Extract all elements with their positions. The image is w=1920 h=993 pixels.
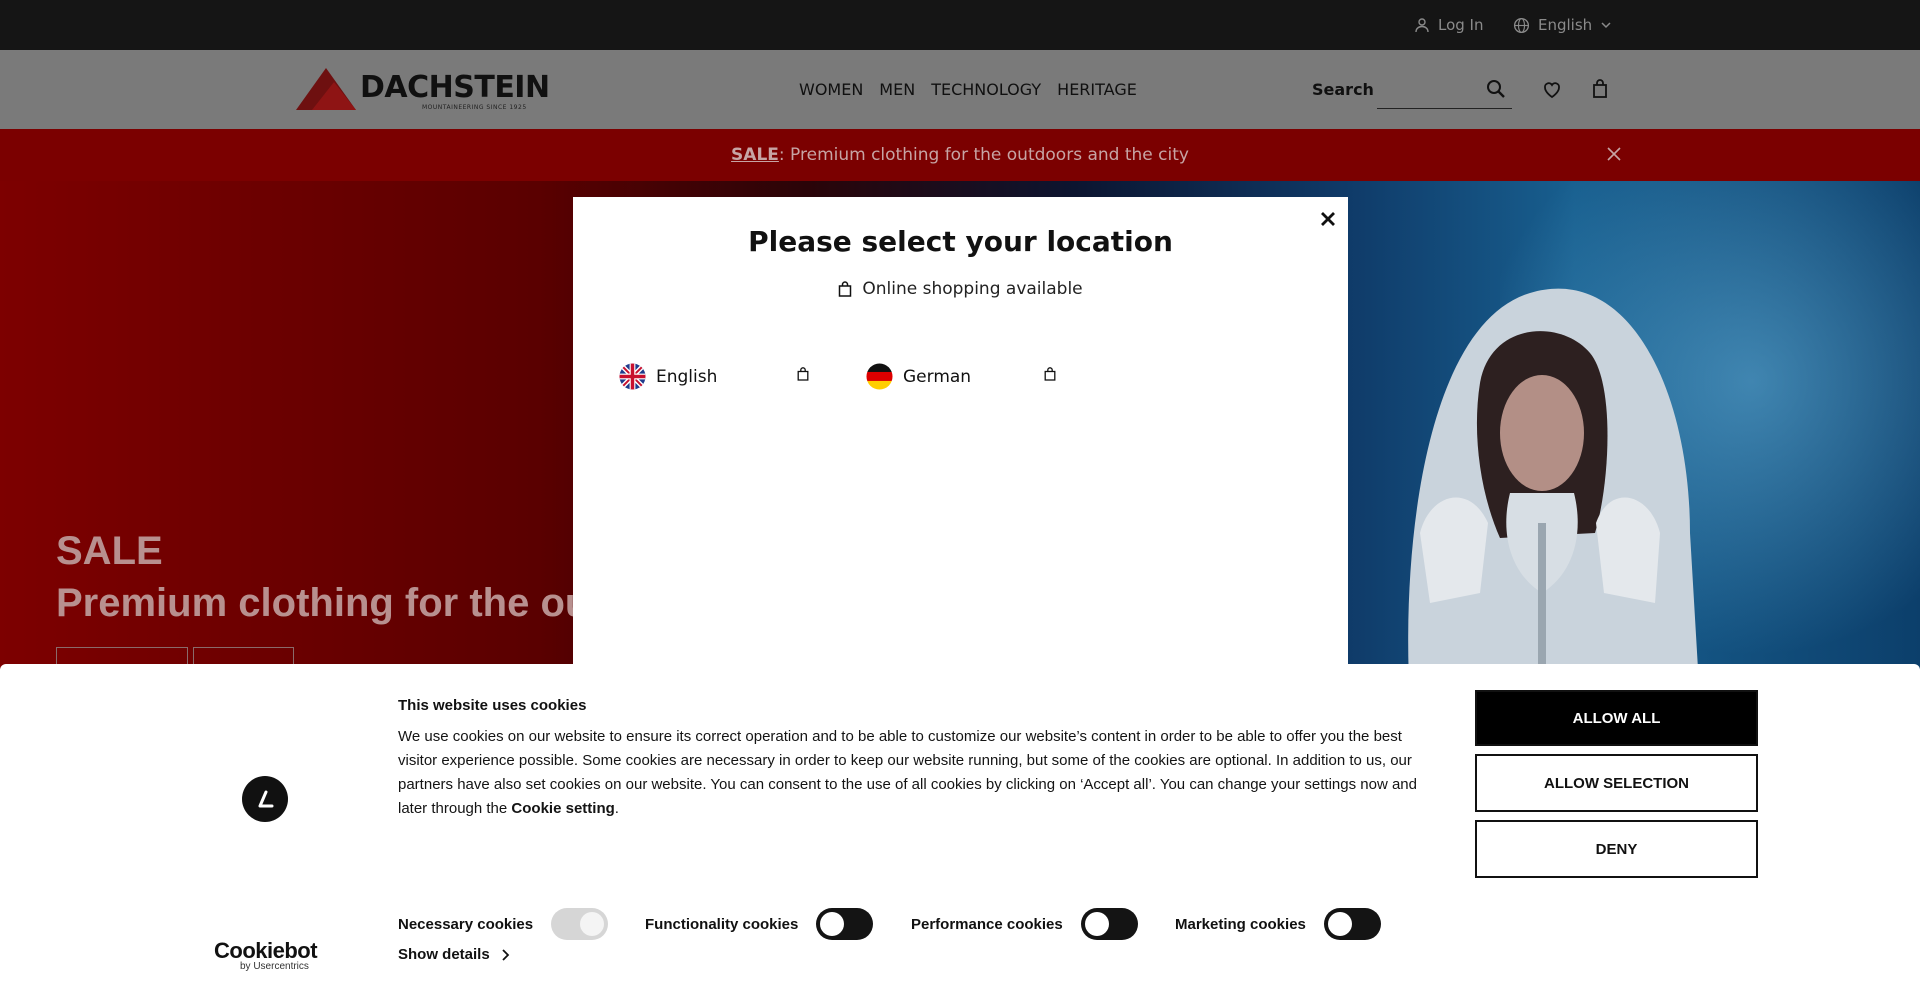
nav-heritage[interactable]: HERITAGE — [1057, 80, 1137, 99]
bag-icon — [1044, 367, 1056, 381]
germany-flag-icon — [866, 363, 893, 390]
globe-icon — [1513, 17, 1530, 33]
nav-technology[interactable]: TECHNOLOGY — [931, 80, 1041, 99]
cookie-consent-banner: Cookiebot by Usercentrics This website u… — [0, 664, 1920, 993]
language-label: English — [1538, 16, 1593, 34]
hero-model-image — [1408, 288, 1700, 703]
cookiebot-badge — [242, 776, 288, 822]
chevron-down-icon — [1601, 22, 1611, 29]
functionality-switch[interactable] — [816, 908, 874, 940]
modal-subtitle: Online shopping available — [573, 279, 1348, 299]
location-option-english[interactable]: English — [619, 363, 814, 390]
mountain-logo-icon — [296, 68, 356, 110]
location-option-german[interactable]: German — [866, 363, 1061, 390]
hero-title: SALE — [56, 529, 163, 573]
logo-tagline: MOUNTAINEERING SINCE 1925 — [422, 104, 527, 111]
show-details-link[interactable]: Show details — [398, 946, 510, 963]
nav-men[interactable]: MEN — [879, 80, 915, 99]
login-label: Log In — [1438, 16, 1484, 34]
toggle-performance: Performance cookies — [911, 908, 1138, 940]
performance-switch[interactable] — [1080, 908, 1138, 940]
language-selector[interactable]: English — [1513, 0, 1612, 50]
cookiebot-by-line: by Usercentrics — [240, 961, 309, 972]
search-label[interactable]: Search — [1312, 80, 1374, 99]
deny-button[interactable]: DENY — [1475, 820, 1758, 878]
allow-selection-button[interactable]: ALLOW SELECTION — [1475, 754, 1758, 812]
necessary-switch — [551, 908, 609, 940]
hero-subtitle: Premium clothing for the outdoors and th… — [56, 581, 576, 625]
location-modal: Please select your location Online shopp… — [573, 197, 1348, 677]
bag-icon — [839, 281, 852, 297]
sale-link[interactable]: SALE — [731, 145, 779, 165]
dachstein-logo[interactable]: DACHSTEIN MOUNTAINEERING SINCE 1925 — [294, 64, 550, 114]
close-icon[interactable] — [1604, 144, 1624, 164]
modal-subtitle-text: Online shopping available — [862, 279, 1083, 299]
cookiebot-mark-icon — [258, 790, 274, 808]
chevron-right-icon — [502, 948, 509, 961]
site-header: DACHSTEIN MOUNTAINEERING SINCE 1925 WOME… — [0, 50, 1920, 129]
toggle-marketing: Marketing cookies — [1175, 908, 1381, 940]
show-details-label: Show details — [398, 946, 490, 963]
location-label-english: English — [656, 366, 718, 387]
cookie-setting-link[interactable]: Cookie setting — [511, 800, 614, 817]
search-icon[interactable] — [1484, 77, 1508, 101]
close-icon[interactable] — [1318, 209, 1338, 229]
login-link[interactable]: Log In — [1414, 0, 1484, 50]
sale-announcement-bar: SALE : Premium clothing for the outdoors… — [0, 129, 1920, 181]
toggle-functionality: Functionality cookies — [645, 908, 874, 940]
heart-icon[interactable] — [1540, 77, 1564, 101]
logo-wordmark: DACHSTEIN — [360, 70, 550, 105]
location-label-german: German — [903, 366, 972, 387]
utility-bar: Log In English — [0, 0, 1920, 50]
bag-icon — [797, 367, 809, 381]
main-nav: WOMEN MEN TECHNOLOGY HERITAGE — [799, 50, 1137, 129]
cookie-body-end: . — [614, 800, 619, 817]
user-icon — [1415, 18, 1429, 33]
cookie-heading: This website uses cookies — [398, 697, 587, 714]
cookie-description: We use cookies on our website to ensure … — [398, 725, 1430, 821]
sale-message: : Premium clothing for the outdoors and … — [778, 145, 1189, 165]
search-input[interactable] — [1377, 108, 1512, 109]
toggle-label-marketing: Marketing cookies — [1175, 915, 1306, 933]
toggle-label-functionality: Functionality cookies — [645, 915, 799, 933]
marketing-switch[interactable] — [1323, 908, 1381, 940]
modal-title: Please select your location — [748, 225, 1173, 258]
uk-flag-icon — [619, 363, 646, 390]
toggle-necessary: Necessary cookies — [398, 908, 609, 940]
nav-women[interactable]: WOMEN — [799, 80, 863, 99]
bag-icon[interactable] — [1588, 77, 1612, 101]
toggle-label-performance: Performance cookies — [911, 915, 1063, 933]
allow-all-button[interactable]: ALLOW ALL — [1475, 690, 1758, 746]
toggle-label-necessary: Necessary cookies — [398, 915, 534, 933]
